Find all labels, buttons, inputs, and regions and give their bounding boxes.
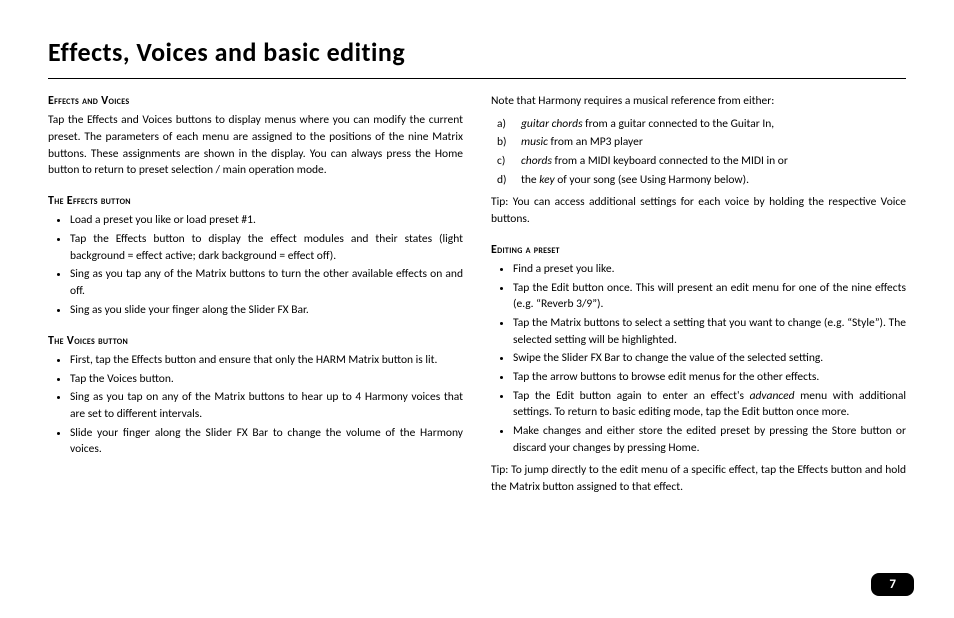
list-item: First, tap the Effects button and ensure… xyxy=(70,352,463,369)
page-title: Effects, Voices and basic editing xyxy=(48,36,906,79)
list-item: c) chords from a MIDI keyboard connected… xyxy=(497,153,906,170)
list-letter-text: guitar chords from a guitar connected to… xyxy=(521,116,774,133)
list-item: Tap the arrow buttons to browse edit men… xyxy=(513,369,906,386)
list-item: Make changes and either store the edited… xyxy=(513,423,906,456)
para-effects-and-voices: Tap the Effects and Voices buttons to di… xyxy=(48,112,463,179)
list-item: Tap the Matrix buttons to select a setti… xyxy=(513,315,906,348)
list-effects-button: Load a preset you like or load preset #1… xyxy=(48,212,463,318)
para-harmony-intro: Note that Harmony requires a musical ref… xyxy=(491,93,906,110)
list-item: Slide your finger along the Slider FX Ba… xyxy=(70,425,463,458)
list-letter-label: c) xyxy=(497,153,513,170)
para-tip-jump: Tip: To jump directly to the edit menu o… xyxy=(491,462,906,495)
heading-voices-button: The Voices button xyxy=(48,333,463,350)
list-item: Sing as you tap any of the Matrix button… xyxy=(70,266,463,299)
list-item: Tap the Edit button again to enter an ef… xyxy=(513,388,906,421)
list-letter-text: music from an MP3 player xyxy=(521,134,643,151)
list-voices-button: First, tap the Effects button and ensure… xyxy=(48,352,463,458)
list-letter-label: d) xyxy=(497,172,513,189)
list-letter-label: a) xyxy=(497,116,513,133)
para-tip-voice-hold: Tip: You can access additional settings … xyxy=(491,194,906,227)
list-item: Load a preset you like or load preset #1… xyxy=(70,212,463,229)
list-item: a) guitar chords from a guitar connected… xyxy=(497,116,906,133)
list-item: Find a preset you like. xyxy=(513,261,906,278)
left-column: Effects and Voices Tap the Effects and V… xyxy=(48,93,463,502)
list-editing-preset: Find a preset you like. Tap the Edit but… xyxy=(491,261,906,456)
list-item: Sing as you tap on any of the Matrix but… xyxy=(70,389,463,422)
page-number-badge: 7 xyxy=(871,573,914,596)
list-item: Sing as you slide your finger along the … xyxy=(70,302,463,319)
heading-effects-button: The Effects button xyxy=(48,193,463,210)
page: Effects, Voices and basic editing Effect… xyxy=(0,0,954,618)
list-letter-text: chords from a MIDI keyboard connected to… xyxy=(521,153,788,170)
list-item: d) the key of your song (see Using Harmo… xyxy=(497,172,906,189)
list-letter-label: b) xyxy=(497,134,513,151)
list-item: Tap the Edit button once. This will pres… xyxy=(513,280,906,313)
list-item: Tap the Voices button. xyxy=(70,371,463,388)
list-item: b) music from an MP3 player xyxy=(497,134,906,151)
list-item: Tap the Effects button to display the ef… xyxy=(70,231,463,264)
right-column: Note that Harmony requires a musical ref… xyxy=(491,93,906,502)
heading-editing-preset: Editing a preset xyxy=(491,242,906,259)
list-letter-text: the key of your song (see Using Harmony … xyxy=(521,172,749,189)
list-item: Swipe the Slider FX Bar to change the va… xyxy=(513,350,906,367)
list-lettered: a) guitar chords from a guitar connected… xyxy=(491,116,906,189)
two-column-layout: Effects and Voices Tap the Effects and V… xyxy=(48,93,906,502)
heading-effects-and-voices: Effects and Voices xyxy=(48,93,463,110)
